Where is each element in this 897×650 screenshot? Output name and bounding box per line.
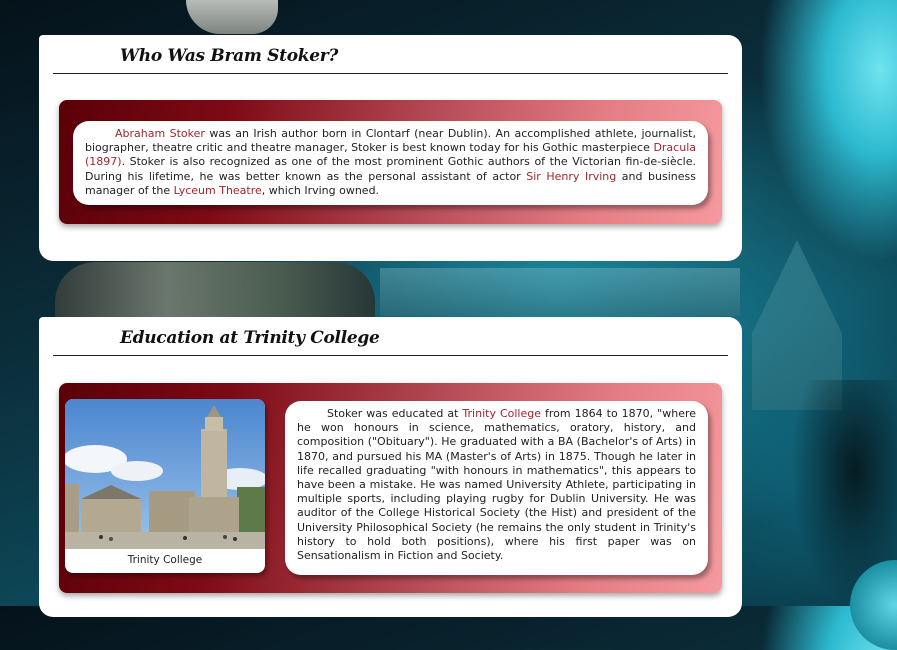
title-divider (53, 355, 728, 356)
section-who-was-bram-stoker: Who Was Bram Stoker? Abraham Stoker was … (39, 35, 742, 261)
background-hand (186, 0, 278, 34)
trinity-college-photo (65, 399, 265, 549)
section-education: Education at Trinity College Trinity Col… (39, 317, 742, 617)
text-box: Abraham Stoker was an Irish author born … (73, 121, 708, 205)
background-figure (55, 262, 375, 318)
text-segment: , which Irving owned. (261, 183, 380, 197)
education-paragraph: Stoker was educated at Trinity College f… (297, 407, 696, 563)
background-castle (380, 268, 740, 316)
content-band: Trinity College Stoker was educated at T… (59, 383, 722, 593)
trinity-college-figure: Trinity College (65, 399, 265, 573)
bio-paragraph: Abraham Stoker was an Irish author born … (85, 127, 696, 198)
text-segment: from 1864 to 1870, "where he won honours… (297, 407, 697, 563)
text-segment: Stoker was educated at (327, 407, 463, 420)
section-title: Education at Trinity College (120, 328, 380, 348)
inline-link[interactable]: Trinity College (462, 407, 541, 420)
text-box: Stoker was educated at Trinity College f… (285, 401, 708, 575)
inline-link[interactable]: Lyceum Theatre (174, 184, 262, 197)
section-title: Who Was Bram Stoker? (120, 46, 339, 66)
inline-link[interactable]: Abraham Stoker (115, 127, 205, 140)
inline-link[interactable]: Sir Henry Irving (526, 170, 616, 183)
image-caption: Trinity College (127, 554, 203, 566)
title-divider (53, 73, 728, 74)
content-band: Abraham Stoker was an Irish author born … (59, 100, 722, 224)
